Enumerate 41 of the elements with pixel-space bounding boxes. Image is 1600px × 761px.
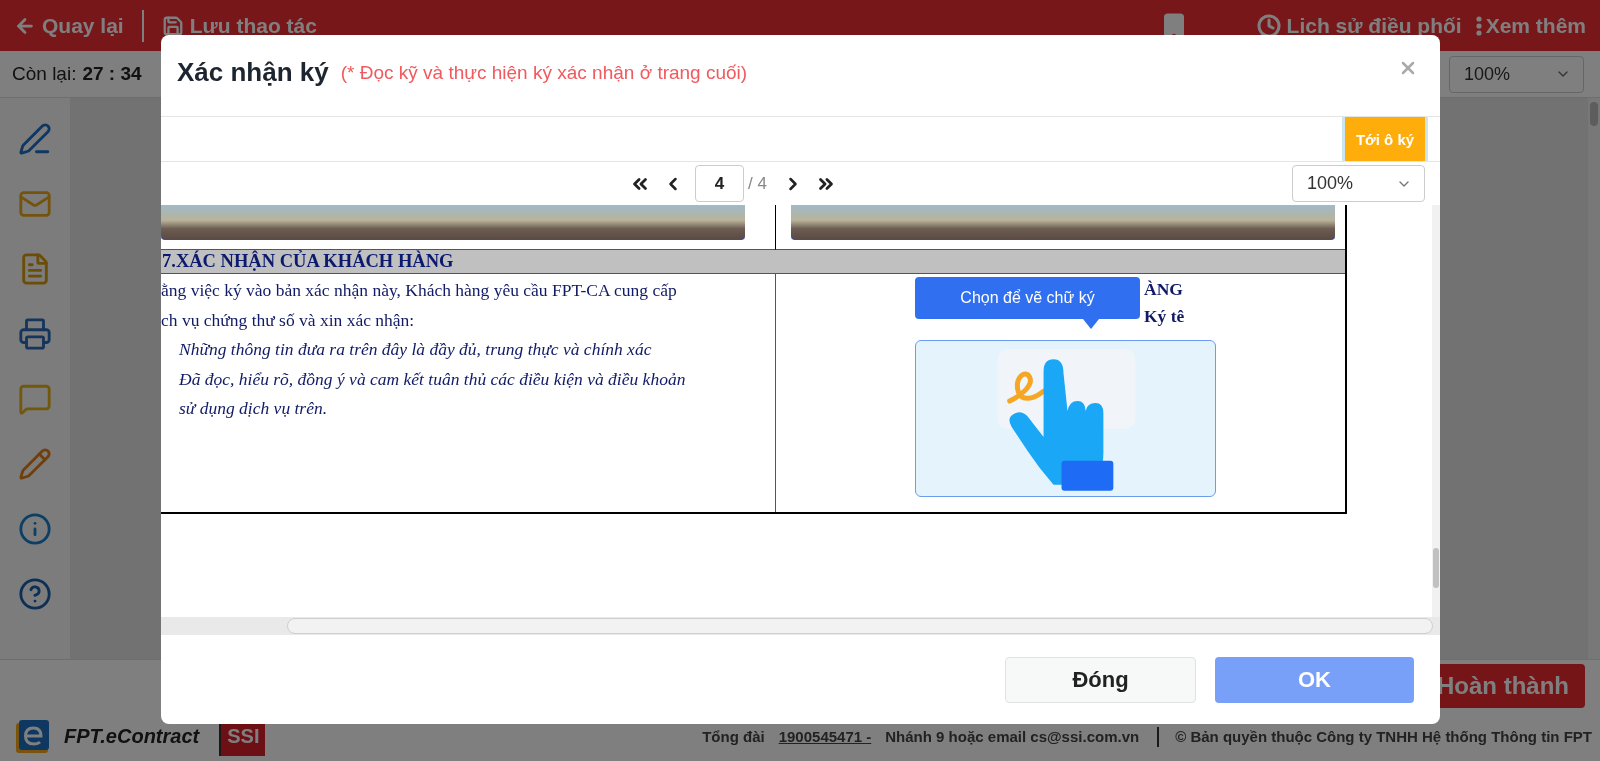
dialog-note: (* Đọc kỹ và thực hiện ký xác nhận ở trang cuối) <box>340 61 748 84</box>
document-text: Đã đọc, hiểu rõ, đồng ý và cam kết tuân thủ các điều kiện và điều khoản <box>178 367 687 391</box>
document-text: ằng việc ký vào bản xác nhận này, Khách hàng yêu cầu FPT-CA cung cấp <box>161 279 678 302</box>
tooltip-pointer <box>1083 319 1099 329</box>
section-heading: 7.XÁC NHẬN CỦA KHÁCH HÀNG <box>162 251 454 272</box>
hotline-label: Tổng đài <box>702 728 765 745</box>
go-to-signature-button[interactable]: Tới ô ký <box>1342 117 1428 161</box>
pencil-icon[interactable] <box>16 445 54 483</box>
info-icon[interactable] <box>16 510 54 548</box>
signature-box[interactable] <box>915 340 1216 497</box>
close-button[interactable]: Đóng <box>1005 656 1196 703</box>
page-total: / 4 <box>748 173 767 194</box>
help-icon[interactable] <box>16 575 54 613</box>
back-button[interactable]: Quay lại <box>10 13 128 38</box>
document-text: ch vụ chứng thư số và xin xác nhận: <box>161 308 416 332</box>
contact-text: Nhánh 9 hoặc email cs@ssi.com.vn <box>885 728 1140 745</box>
vertical-scrollbar[interactable] <box>1432 205 1440 617</box>
brand-name: FPT.eContract <box>64 725 200 748</box>
hotline-link[interactable]: 1900545471 - <box>778 728 872 745</box>
e-logo-icon <box>14 718 50 755</box>
history-button[interactable]: Lịch sử điều phối <box>1252 13 1466 38</box>
zoom-select[interactable]: 100% <box>1449 55 1584 93</box>
signature-label: Ký tê <box>1144 305 1186 328</box>
copyright-text: © Bản quyền thuộc Công ty TNHH Hệ thống Thông tin FPT <box>1175 728 1592 745</box>
more-button[interactable]: Xem thêm <box>1471 13 1590 38</box>
more-dots-icon <box>1475 15 1482 36</box>
dialog-title: Xác nhận ký <box>177 57 329 88</box>
horizontal-scrollbar[interactable] <box>161 617 1440 635</box>
pen-icon[interactable] <box>16 120 54 158</box>
ok-button[interactable]: OK <box>1215 656 1414 703</box>
signer-heading: ÀNG <box>1144 278 1184 301</box>
zoom-select[interactable]: 100% <box>1292 165 1425 202</box>
save-button[interactable]: Lưu thao tác <box>157 13 321 38</box>
timer-value: 27 : 34 <box>82 63 142 85</box>
scrollbar[interactable] <box>1588 98 1600 659</box>
draw-signature-tooltip: Chọn để vẽ chữ ký <box>915 277 1140 319</box>
timer-label: Còn lại: <box>12 63 77 85</box>
printer-icon[interactable] <box>16 315 54 353</box>
page-input[interactable]: 4 <box>695 165 744 202</box>
document-text: Những thông tin đưa ra trên đây là đầy đủ, trung thực và chính xác <box>178 338 653 361</box>
document-text: sử dụng dịch vụ trên. <box>178 397 329 420</box>
